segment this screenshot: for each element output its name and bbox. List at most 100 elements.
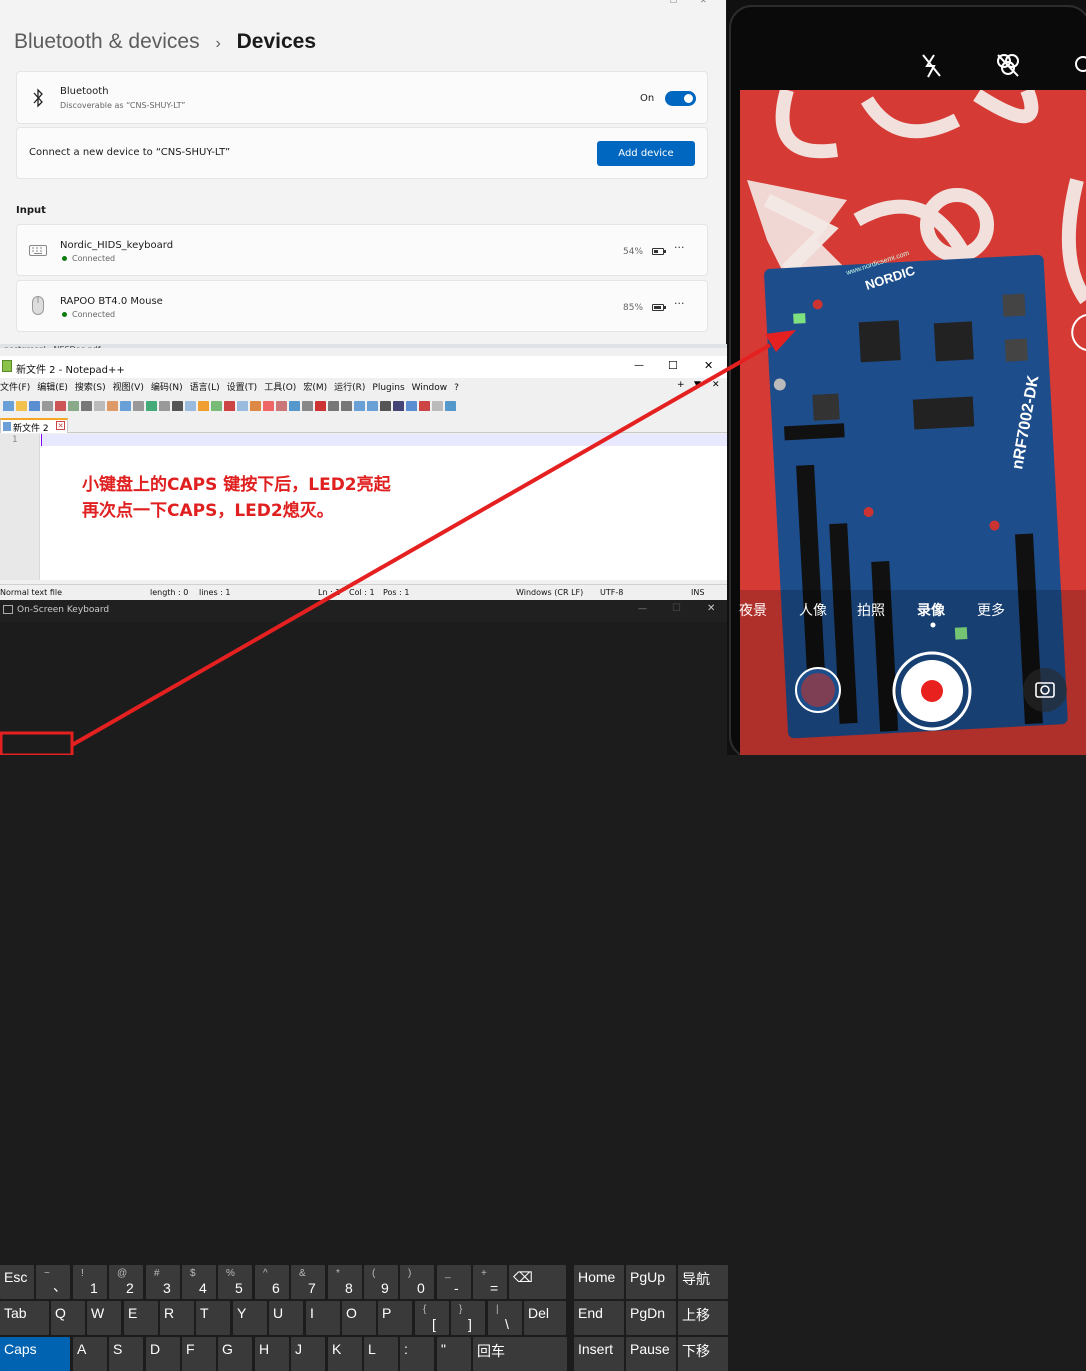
key[interactable]: $4 — [182, 1265, 216, 1299]
key-label: Q — [55, 1305, 66, 1321]
key-shift-label: ~ — [44, 1268, 50, 1279]
key-label: U — [273, 1305, 284, 1321]
key-label: S — [113, 1341, 123, 1357]
key-shift-label: + — [481, 1268, 487, 1279]
key-label: - — [454, 1280, 459, 1296]
key-label: 导航 — [682, 1271, 710, 1287]
key[interactable]: Q — [51, 1301, 85, 1335]
key-label: 3 — [163, 1280, 171, 1296]
key-label: Home — [578, 1269, 616, 1285]
key-label: Y — [237, 1305, 247, 1321]
tab-key[interactable]: Tab — [0, 1301, 49, 1335]
caps-lock-key[interactable]: Caps — [0, 1337, 70, 1371]
key-label: A — [77, 1341, 87, 1357]
enter-key[interactable]: 回车 — [473, 1337, 567, 1371]
key-label: Esc — [4, 1269, 28, 1285]
key[interactable]: F — [182, 1337, 216, 1371]
key[interactable]: }] — [451, 1301, 485, 1335]
key[interactable]: ! 1 — [73, 1265, 107, 1299]
key-label: E — [128, 1305, 138, 1321]
key-label: 7 — [308, 1280, 316, 1296]
key-label: H — [259, 1341, 270, 1357]
key-label: 1 — [90, 1280, 98, 1296]
key-label: 5 — [235, 1280, 243, 1296]
key[interactable]: + = — [473, 1265, 507, 1299]
key[interactable]: Esc — [0, 1265, 34, 1299]
nav-key[interactable]: PgUp — [626, 1265, 676, 1299]
key[interactable]: _ - — [437, 1265, 471, 1299]
key[interactable]: L — [364, 1337, 398, 1371]
key[interactable]: @2 — [109, 1265, 143, 1299]
key-label: Del — [528, 1305, 550, 1321]
key[interactable]: H — [255, 1337, 289, 1371]
key-label: T — [200, 1305, 209, 1321]
key-label: D — [150, 1341, 161, 1357]
key[interactable]: {[ — [415, 1301, 449, 1335]
key[interactable]: G — [218, 1337, 252, 1371]
key[interactable]: * 8 — [328, 1265, 362, 1299]
nav-key[interactable]: PgDn — [626, 1301, 676, 1335]
key-label: J — [295, 1341, 302, 1357]
key[interactable]: Del — [524, 1301, 566, 1335]
key[interactable]: % 5 — [218, 1265, 252, 1299]
key-shift-label: ! — [81, 1268, 84, 1279]
key-label: W — [91, 1305, 105, 1321]
nav-key[interactable]: Pause — [626, 1337, 676, 1371]
key[interactable]: S — [109, 1337, 143, 1371]
key[interactable]: W — [87, 1301, 121, 1335]
key-label: Caps — [4, 1341, 37, 1357]
nav-key[interactable]: Home — [574, 1265, 624, 1299]
key-shift-label: { — [423, 1304, 427, 1315]
nav-key[interactable]: 下移 — [678, 1337, 728, 1371]
key-label: ] — [468, 1316, 472, 1332]
key-label: [ — [432, 1316, 436, 1332]
key-label: 8 — [345, 1280, 353, 1296]
annotation-arrow — [71, 343, 771, 747]
key-label: End — [578, 1305, 603, 1321]
annotation-arrow-layer — [0, 330, 796, 755]
nav-key[interactable]: End — [574, 1301, 624, 1335]
key[interactable]: ~、 — [36, 1265, 70, 1299]
nav-key[interactable]: 上移 — [678, 1301, 728, 1335]
key-label: F — [186, 1341, 195, 1357]
key[interactable]: P — [378, 1301, 412, 1335]
key-label: ⌫ — [513, 1269, 533, 1285]
key[interactable]: K — [328, 1337, 362, 1371]
key-label: \ — [505, 1316, 509, 1332]
key-label: I — [310, 1305, 314, 1321]
nav-key[interactable]: Insert — [574, 1337, 624, 1371]
key[interactable]: & 7 — [291, 1265, 325, 1299]
key[interactable]: R — [160, 1301, 194, 1335]
key[interactable]: Y — [233, 1301, 267, 1335]
key-label: P — [382, 1305, 392, 1321]
key-shift-label: ) — [408, 1268, 412, 1279]
key-shift-label: & — [299, 1268, 306, 1279]
nav-key[interactable]: 导航 — [678, 1265, 728, 1299]
key[interactable]: | \ — [488, 1301, 522, 1335]
key-shift-label: # — [154, 1268, 160, 1279]
key[interactable]: ) 0 — [400, 1265, 434, 1299]
key[interactable]: D — [146, 1337, 180, 1371]
key-shift-label: % — [226, 1268, 235, 1279]
key[interactable]: U — [269, 1301, 303, 1335]
key[interactable]: J — [291, 1337, 325, 1371]
key[interactable]: I — [306, 1301, 340, 1335]
key[interactable]: : — [400, 1337, 434, 1371]
key-label: 9 — [381, 1280, 389, 1296]
key-label: O — [346, 1305, 357, 1321]
key[interactable]: " — [437, 1337, 471, 1371]
key-label: Tab — [4, 1305, 27, 1321]
key[interactable]: #3 — [146, 1265, 180, 1299]
arrow-head — [765, 330, 796, 352]
key[interactable]: (9 — [364, 1265, 398, 1299]
key[interactable]: A — [73, 1337, 107, 1371]
key[interactable]: O — [342, 1301, 376, 1335]
caps-highlight-box — [0, 731, 74, 755]
key[interactable]: T — [196, 1301, 230, 1335]
key[interactable]: ^ 6 — [255, 1265, 289, 1299]
key-label: 回车 — [477, 1343, 505, 1359]
key-label: PgUp — [630, 1269, 666, 1285]
key-shift-label: | — [496, 1304, 499, 1315]
key[interactable]: E — [124, 1301, 158, 1335]
key[interactable]: ⌫ — [509, 1265, 566, 1299]
